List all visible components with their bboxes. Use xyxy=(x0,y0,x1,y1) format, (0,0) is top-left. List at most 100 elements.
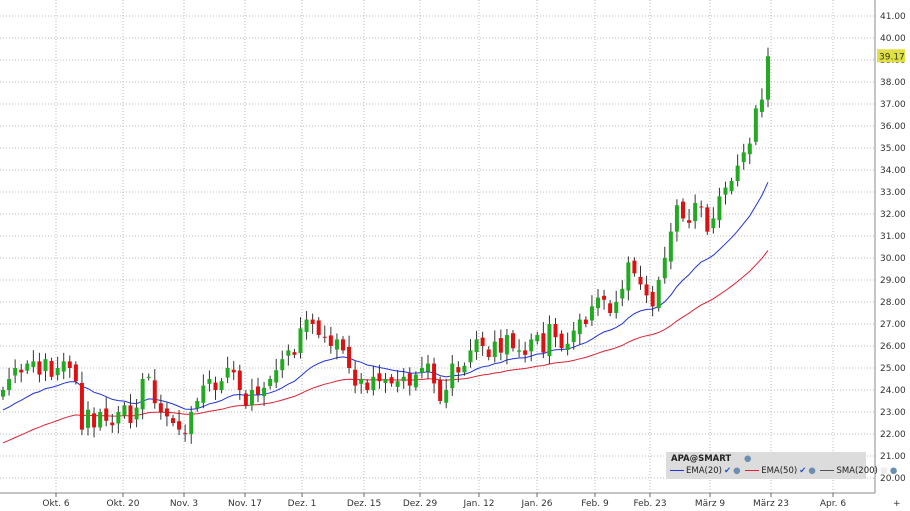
candle-body xyxy=(55,368,60,376)
candle-body xyxy=(359,379,364,384)
price-chart: 20.0021.0022.0023.0024.0025.0026.0027.00… xyxy=(0,0,906,509)
sma200-checkbox[interactable]: ■ xyxy=(880,466,888,476)
y-tick-label: 30.00 xyxy=(880,254,906,264)
y-tick-label: 26.00 xyxy=(880,342,906,352)
y-tick-label: 25.00 xyxy=(880,364,906,374)
candle-body xyxy=(341,339,345,351)
candle-body xyxy=(116,412,121,424)
candle-body xyxy=(274,370,279,383)
candle-body xyxy=(668,231,673,262)
x-tick-label: Dez. 29 xyxy=(403,499,438,509)
axis-corner-icon: + xyxy=(893,499,901,509)
candle-body xyxy=(304,319,309,332)
candle-body xyxy=(268,379,273,387)
candle-body xyxy=(7,379,12,390)
candle-body xyxy=(747,143,752,155)
legend-sma200: SMA(200) xyxy=(836,466,878,476)
y-tick-label: 33.00 xyxy=(880,188,906,198)
candle-body xyxy=(632,260,637,274)
candle-body xyxy=(468,350,473,363)
candle-body xyxy=(25,363,30,371)
x-tick-label: Dez. 15 xyxy=(347,499,381,509)
candle-body xyxy=(614,302,619,313)
candle-body xyxy=(292,352,297,355)
candle-body xyxy=(365,382,370,390)
candle-body xyxy=(146,376,151,378)
candle-body xyxy=(535,335,540,342)
candle-body xyxy=(565,343,570,350)
candle-body xyxy=(450,363,455,389)
candle-body xyxy=(225,368,230,378)
legend-ema20: EMA(20) xyxy=(686,466,722,476)
candle-body xyxy=(86,409,90,428)
candle-body xyxy=(486,349,491,357)
candle-body xyxy=(480,337,485,346)
y-tick-label: 40.00 xyxy=(880,34,906,44)
candle-body xyxy=(389,377,394,384)
candle-body xyxy=(577,319,582,335)
ema20-swatch xyxy=(670,470,684,471)
candle-body xyxy=(286,350,291,356)
candle-body xyxy=(61,361,66,372)
candle-body xyxy=(195,401,200,409)
candle-body xyxy=(322,336,327,338)
candle-body xyxy=(741,152,746,163)
candle-body xyxy=(104,408,109,421)
x-tick-label: Nov. 3 xyxy=(170,499,198,509)
candle-body xyxy=(711,218,716,229)
candle-body xyxy=(498,338,503,353)
candle-body xyxy=(67,361,72,368)
candle-body xyxy=(438,379,443,401)
y-tick-label: 37.00 xyxy=(880,100,906,110)
candle-body xyxy=(243,393,248,406)
candle-body xyxy=(492,341,497,357)
candle-body xyxy=(620,288,625,299)
candle-body xyxy=(13,368,18,376)
ema50-swatch xyxy=(745,470,760,471)
candle-body xyxy=(541,333,546,353)
candle-body xyxy=(626,262,631,291)
candle-body xyxy=(140,379,145,410)
x-tick-label: Okt. 20 xyxy=(107,499,140,509)
candle-body xyxy=(596,297,600,309)
y-tick-label: 21.00 xyxy=(880,452,906,462)
ema20-check-icon[interactable]: ✔ xyxy=(724,466,731,476)
candle-body xyxy=(79,382,84,430)
candle-body xyxy=(426,363,430,372)
legend-ema50: EMA(50) xyxy=(761,466,798,476)
candle-body xyxy=(237,370,242,390)
ema50-check-icon[interactable]: ✔ xyxy=(799,466,806,476)
candle-body xyxy=(650,291,655,307)
candle-body xyxy=(219,381,224,390)
x-tick-label: Okt. 6 xyxy=(42,499,70,509)
candle-body xyxy=(177,421,182,430)
candle-body xyxy=(1,390,5,397)
candle-body xyxy=(608,303,613,313)
candle-body xyxy=(474,339,479,353)
candle-body xyxy=(49,360,54,377)
x-tick-label: Apr. 6 xyxy=(820,499,846,509)
candle-body xyxy=(462,365,467,373)
globe-icon[interactable]: ● xyxy=(808,466,815,476)
candle-body xyxy=(656,280,661,309)
globe-icon[interactable]: ● xyxy=(744,454,751,464)
candle-body xyxy=(92,413,97,428)
y-tick-label: 22.00 xyxy=(880,430,906,440)
candle-body xyxy=(31,361,36,368)
candle-body xyxy=(371,376,376,390)
candle-body xyxy=(298,328,303,354)
globe-icon[interactable]: ● xyxy=(733,466,740,476)
candle-body xyxy=(511,333,515,349)
candle-body xyxy=(207,379,212,384)
y-tick-label: 41.00 xyxy=(880,12,906,22)
candle-body xyxy=(262,387,267,397)
globe-icon[interactable]: ● xyxy=(890,466,897,476)
candle-body xyxy=(310,319,315,324)
candle-body xyxy=(571,330,576,343)
candle-body xyxy=(553,324,558,338)
candle-body xyxy=(256,386,260,395)
x-tick-label: Dez. 1 xyxy=(288,499,317,509)
candle-body xyxy=(201,385,206,403)
y-tick-label: 29.00 xyxy=(880,276,906,286)
candle-body xyxy=(328,335,333,346)
